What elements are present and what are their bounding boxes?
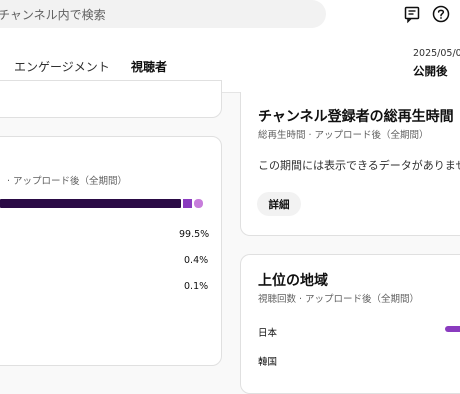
region-bar bbox=[445, 326, 460, 332]
empty-data-message: この期間には表示できるデータがありません bbox=[258, 159, 460, 172]
percentage-value: 0.4% bbox=[184, 255, 209, 266]
bar-segment-2 bbox=[183, 199, 192, 208]
search-placeholder: チャンネル内で検索 bbox=[0, 7, 106, 22]
left-card-stacked-bar bbox=[0, 199, 203, 208]
regions-title: 上位の地域 bbox=[258, 273, 328, 289]
date-range-picker[interactable]: 2025/05/05 公開後 bbox=[413, 48, 460, 79]
watch-time-subtitle: 総再生時間 · アップロード後（全期間） bbox=[258, 130, 429, 141]
watch-time-title: チャンネル登録者の総再生時間 bbox=[258, 109, 454, 125]
date-range-dates: 2025/05/05 bbox=[413, 48, 460, 59]
details-button[interactable]: 詳細 bbox=[257, 192, 301, 216]
regions-subtitle: 視聴回数 · アップロード後（全期間） bbox=[258, 294, 420, 305]
left-card-subtitle: · アップロード後（全期間） bbox=[7, 176, 128, 187]
left-top-card bbox=[0, 80, 222, 118]
bar-segment-1 bbox=[0, 199, 181, 208]
percentage-value: 99.5% bbox=[179, 229, 210, 240]
help-icon[interactable] bbox=[431, 4, 451, 24]
feedback-icon[interactable] bbox=[402, 4, 422, 24]
region-name: 韓国 bbox=[258, 357, 278, 368]
search-input[interactable]: チャンネル内で検索 bbox=[0, 0, 326, 28]
date-range-label: 公開後 bbox=[413, 64, 448, 78]
top-regions-card: 上位の地域 視聴回数 · アップロード後（全期間） 日本 韓国 bbox=[240, 254, 460, 394]
region-name: 日本 bbox=[258, 328, 278, 339]
bar-segment-3 bbox=[194, 199, 203, 208]
percentage-value: 0.1% bbox=[184, 281, 209, 292]
top-bar: チャンネル内で検索 bbox=[0, 0, 460, 40]
left-card: · アップロード後（全期間） bbox=[0, 136, 222, 366]
